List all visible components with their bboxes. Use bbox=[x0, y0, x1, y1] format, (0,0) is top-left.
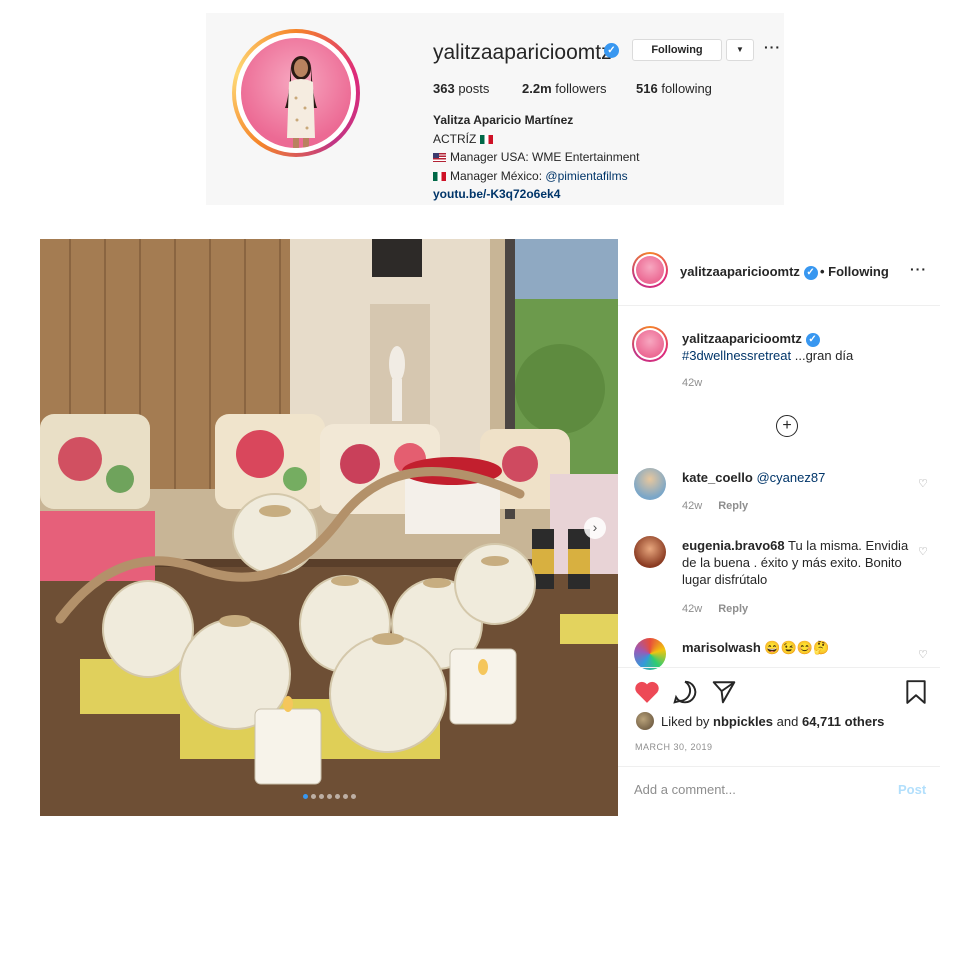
carousel-dot bbox=[318, 794, 324, 799]
mexico-flag-icon bbox=[433, 172, 446, 182]
comment-avatar[interactable] bbox=[634, 638, 666, 670]
heart-icon[interactable]: ♡ bbox=[918, 545, 928, 558]
profile-username: yalitzaaparicioomtz bbox=[433, 41, 612, 64]
bio-external-link[interactable]: youtu.be/-K3q72o6ek4 bbox=[433, 187, 560, 201]
chevron-down-icon[interactable]: ▼ bbox=[726, 39, 754, 61]
carousel-dot bbox=[334, 794, 340, 799]
mexico-flag-icon bbox=[479, 135, 493, 145]
share-icon[interactable] bbox=[711, 679, 737, 705]
carousel-next-icon[interactable]: › bbox=[584, 517, 606, 539]
usa-flag-icon bbox=[433, 153, 446, 163]
caption-text: #3dwellnessretreat ...gran día bbox=[682, 348, 854, 363]
caption-username[interactable]: yalitzaaparicioomtz ✓ bbox=[682, 331, 820, 347]
following-count[interactable]: 516 following bbox=[636, 81, 712, 96]
following-button[interactable]: Following bbox=[632, 39, 722, 61]
profile-full-name: Yalitza Aparicio Martínez bbox=[433, 113, 574, 127]
plus-circle-icon[interactable]: + bbox=[776, 415, 798, 437]
comment-avatar[interactable] bbox=[634, 536, 666, 568]
post-actions bbox=[618, 678, 940, 718]
comment-item: kate_coello @cyanez87 bbox=[682, 469, 912, 486]
comment-input[interactable]: Add a comment... bbox=[634, 782, 736, 797]
heart-icon[interactable]: ♡ bbox=[918, 477, 928, 490]
bio-line-actress: ACTRÍZ bbox=[433, 132, 497, 146]
carousel-dot bbox=[310, 794, 316, 799]
bio-line-manager-mexico: Manager México: @pimientafilms bbox=[433, 169, 628, 183]
caption-hashtag[interactable]: #3dwellnessretreat bbox=[682, 348, 791, 363]
comment-mention[interactable]: @cyanez87 bbox=[756, 470, 825, 485]
comment-avatar[interactable] bbox=[634, 468, 666, 500]
comment-username[interactable]: eugenia.bravo68 bbox=[682, 538, 785, 553]
carousel-dot bbox=[350, 794, 356, 799]
divider bbox=[618, 305, 940, 306]
caption-avatar[interactable] bbox=[632, 326, 668, 362]
post-author-avatar[interactable] bbox=[632, 252, 668, 288]
heart-icon[interactable] bbox=[634, 680, 660, 704]
comment-username[interactable]: kate_coello bbox=[682, 470, 753, 485]
carousel-dot bbox=[326, 794, 332, 799]
verified-badge-icon: ✓ bbox=[805, 332, 820, 347]
comment-icon[interactable] bbox=[672, 679, 698, 705]
liked-by-avatar[interactable] bbox=[636, 712, 654, 730]
comment-item: marisolwash 😄😉😊🤔 bbox=[682, 640, 830, 655]
verified-badge-icon: ✓ bbox=[803, 265, 818, 280]
comment-meta: 42w Reply bbox=[682, 500, 749, 512]
reply-button[interactable]: Reply bbox=[718, 500, 748, 512]
bio-line-manager-usa: Manager USA: WME Entertainment bbox=[433, 150, 639, 164]
post-side-panel: yalitzaaparicioomtz ✓ • Following ··· ya… bbox=[618, 239, 940, 816]
bio-mention-link[interactable]: @pimientafilms bbox=[545, 169, 627, 183]
bookmark-icon[interactable] bbox=[904, 679, 928, 705]
post-image[interactable]: › bbox=[40, 239, 618, 816]
divider bbox=[618, 667, 940, 668]
posts-count: 363 posts bbox=[433, 81, 490, 96]
post-comment-button[interactable]: Post bbox=[898, 782, 926, 797]
followers-count[interactable]: 2.2m followers bbox=[522, 81, 607, 96]
more-options-icon[interactable]: ··· bbox=[910, 261, 927, 277]
carousel-dots bbox=[40, 786, 618, 804]
heart-icon[interactable]: ♡ bbox=[918, 648, 928, 661]
profile-avatar-ring[interactable] bbox=[232, 29, 360, 157]
caption-age: 42w bbox=[682, 377, 703, 389]
profile-avatar[interactable] bbox=[241, 38, 351, 148]
reply-button[interactable]: Reply bbox=[718, 603, 748, 615]
profile-header: yalitzaaparicioomtz ✓ Following ▼ ··· 36… bbox=[206, 13, 784, 205]
post-date[interactable]: MARCH 30, 2019 bbox=[635, 742, 713, 752]
comment-meta: 42w Reply bbox=[682, 603, 749, 615]
likes-summary[interactable]: Liked by nbpickles and 64,711 others bbox=[661, 714, 884, 729]
comment-item: eugenia.bravo68 Tu la misma. Envidia de … bbox=[682, 538, 909, 587]
carousel-dot bbox=[302, 794, 308, 799]
more-options-icon[interactable]: ··· bbox=[764, 39, 781, 55]
verified-badge-icon: ✓ bbox=[604, 43, 619, 58]
carousel-dot bbox=[342, 794, 348, 799]
post-author-username[interactable]: yalitzaaparicioomtz ✓ bbox=[680, 264, 818, 280]
divider bbox=[618, 766, 940, 767]
comment-username[interactable]: marisolwash bbox=[682, 640, 761, 655]
post-following-label[interactable]: • Following bbox=[820, 264, 889, 279]
